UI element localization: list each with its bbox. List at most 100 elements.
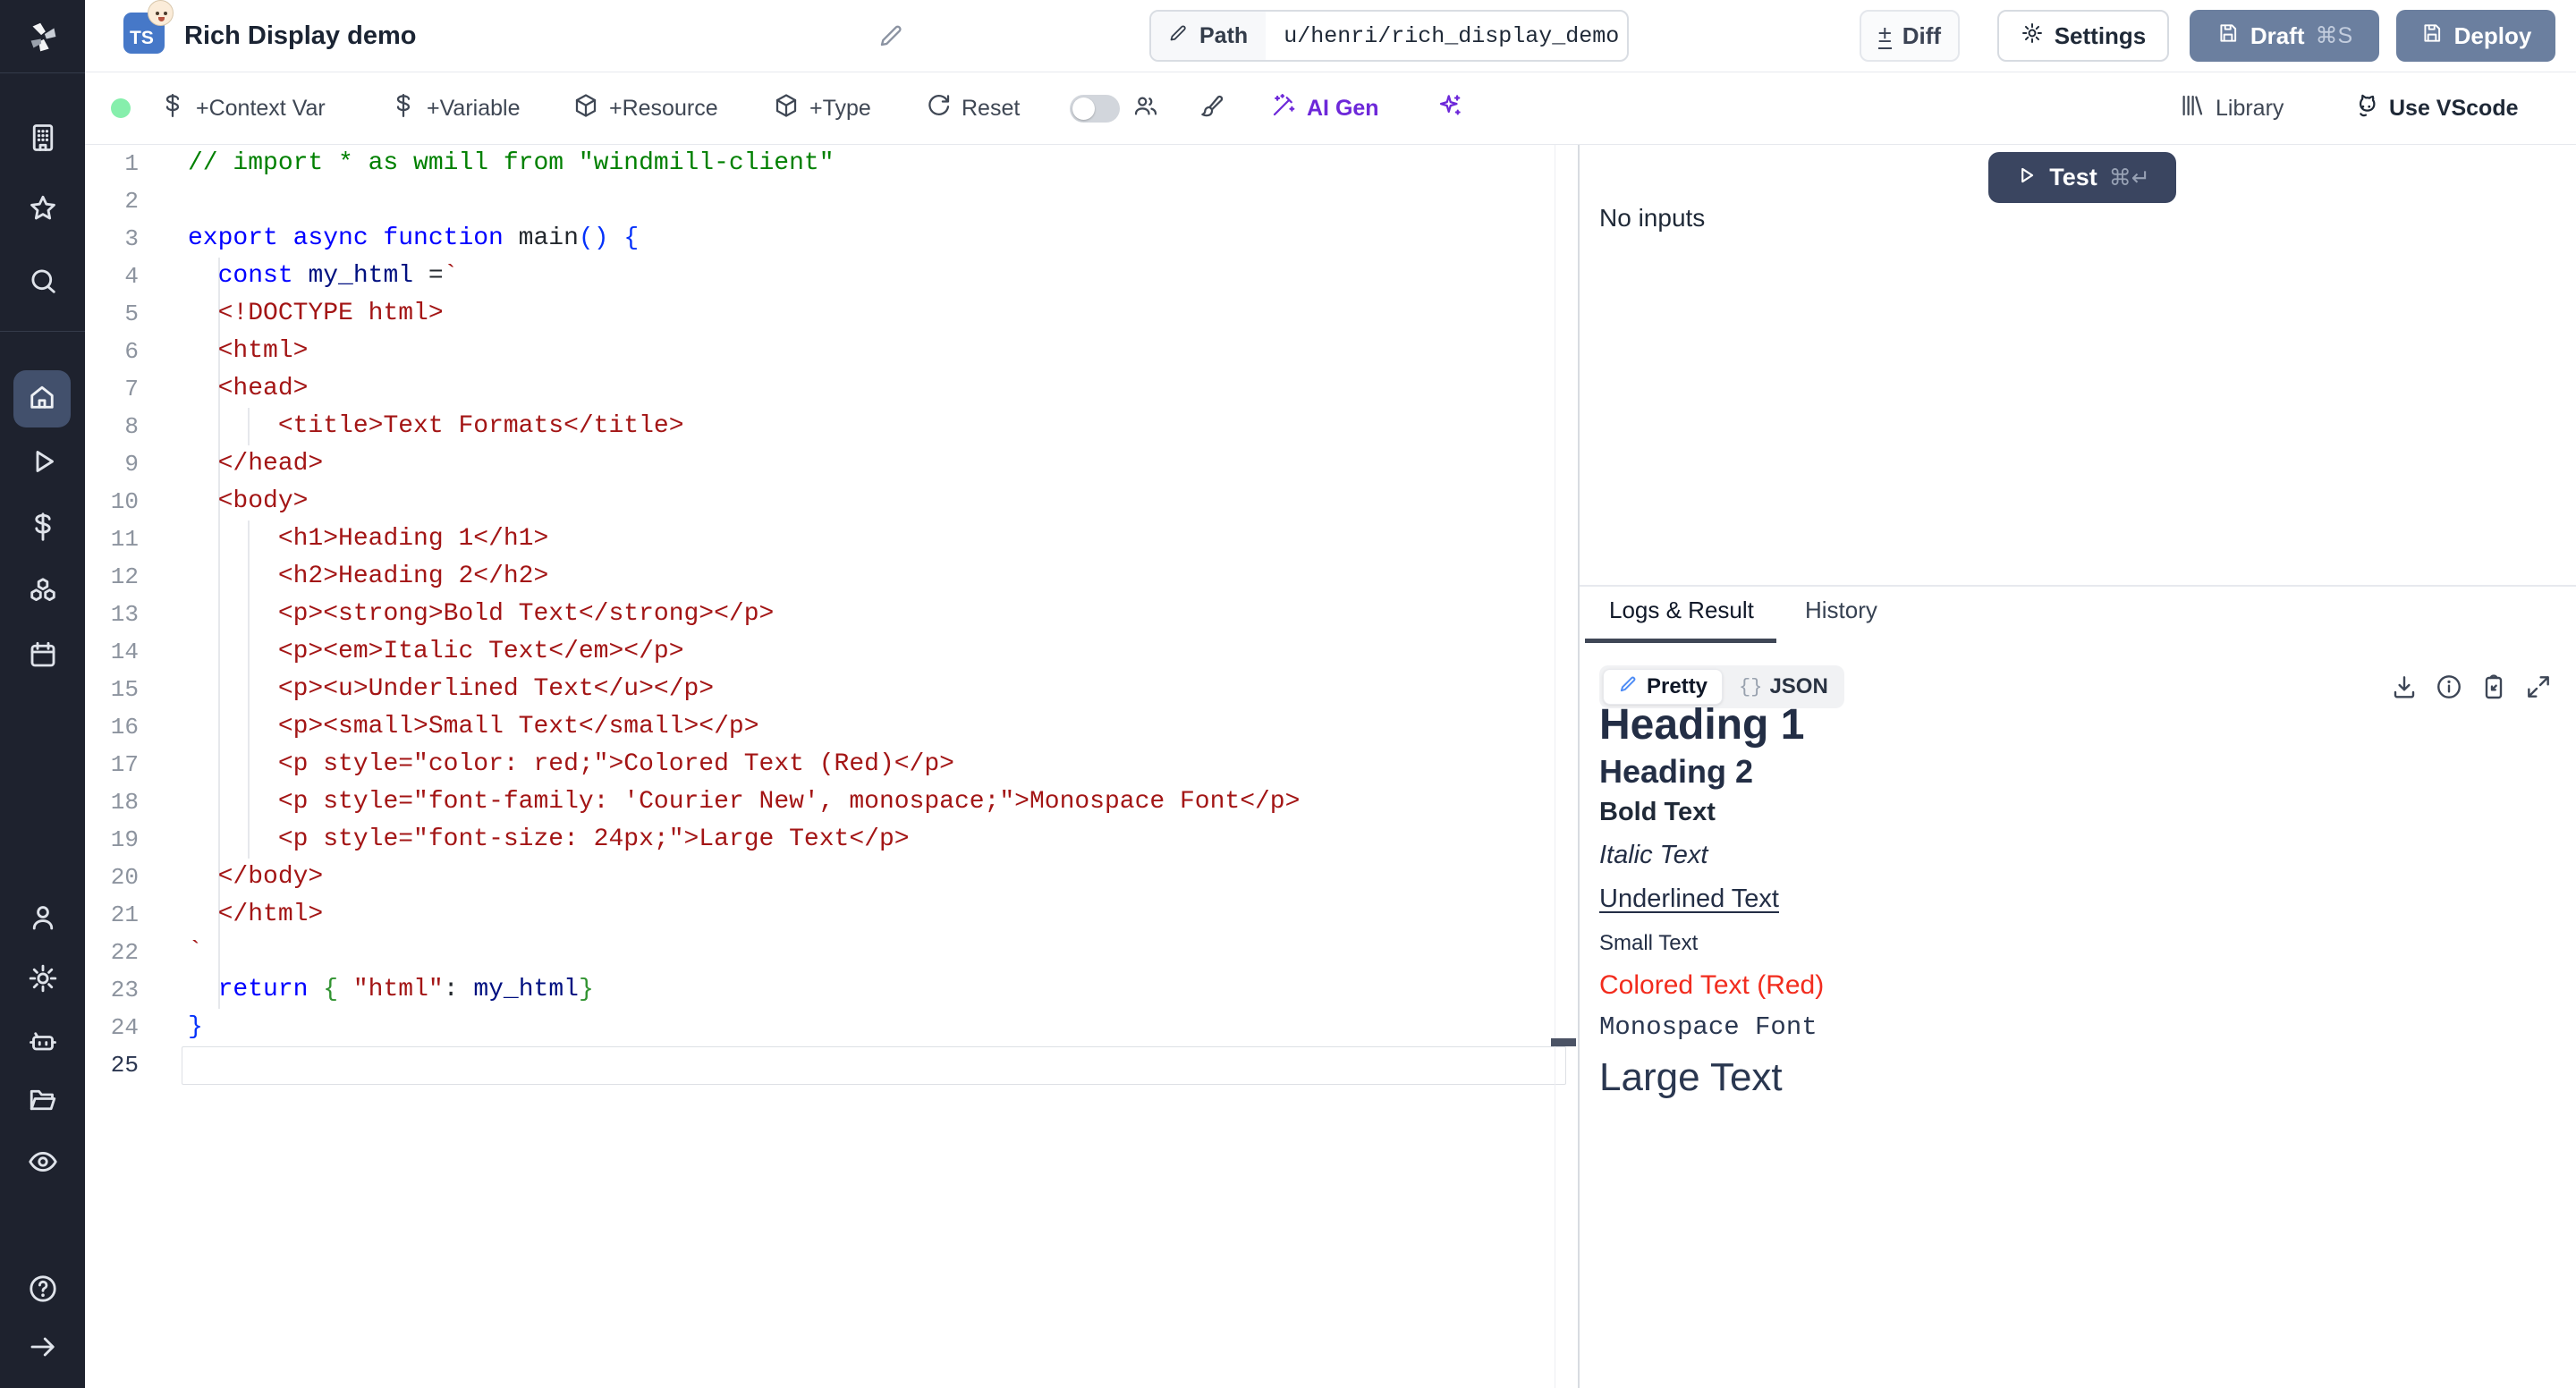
line-number: 23: [85, 971, 139, 1009]
result-text-h1: Heading 1: [1599, 703, 2494, 748]
add-resource-label: +Resource: [609, 96, 718, 122]
code-line: <p style="font-family: 'Courier New', mo…: [188, 783, 1300, 821]
reset-label: Reset: [962, 96, 1020, 122]
result-text-underline: Underlined Text: [1599, 881, 2494, 917]
building-icon: [27, 122, 59, 158]
format-code-button[interactable]: [1199, 72, 1225, 144]
script-path-field[interactable]: Path u/henri/rich_display_demo: [1149, 10, 1629, 62]
pretty-view-option[interactable]: Pretty: [1603, 669, 1723, 705]
diff-button[interactable]: ± Diff: [1860, 10, 1960, 62]
calendar-icon: [27, 639, 59, 675]
sidebar-item-apps[interactable]: [0, 120, 85, 159]
ai-assistant-button[interactable]: [1436, 72, 1463, 144]
sidebar-item-collapse[interactable]: [0, 1329, 85, 1368]
path-value: u/henri/rich_display_demo: [1266, 12, 1629, 60]
line-number: 25: [85, 1046, 139, 1084]
windmill-logo[interactable]: [0, 13, 85, 63]
sidebar-item-audit[interactable]: [0, 1144, 85, 1183]
tab-logs-and-result[interactable]: Logs & Result: [1609, 597, 1754, 624]
sidebar-item-variables[interactable]: [0, 509, 85, 548]
ai-gen-label: AI Gen: [1307, 96, 1379, 122]
edit-title-button[interactable]: [877, 21, 905, 50]
path-label-section: Path: [1151, 12, 1266, 60]
play-icon: [27, 445, 59, 482]
reset-button[interactable]: Reset: [925, 72, 1020, 144]
pen-icon: [1618, 673, 1639, 700]
test-shortcut: ⌘↵: [2109, 165, 2150, 191]
pretty-label: Pretty: [1647, 674, 1707, 699]
result-text-red: Colored Text (Red): [1599, 968, 2494, 1003]
code-line: <body>: [188, 483, 1300, 520]
sidebar-item-account[interactable]: [0, 900, 85, 939]
code-line: <h1>Heading 1</h1>: [188, 520, 1300, 558]
sidebar-item-search[interactable]: [0, 263, 85, 302]
test-button[interactable]: Test ⌘↵: [1988, 152, 2176, 203]
line-number: 4: [85, 258, 139, 295]
add-variable-label: +Variable: [427, 96, 520, 122]
test-label: Test: [2049, 164, 2097, 191]
sidebar-item-favorites[interactable]: [0, 190, 85, 230]
save-draft-button[interactable]: Draft ⌘S: [2190, 10, 2379, 62]
line-number: 6: [85, 333, 139, 370]
line-number: 11: [85, 520, 139, 558]
wand-icon: [1270, 92, 1297, 125]
draft-shortcut: ⌘S: [2315, 22, 2352, 49]
line-number: 7: [85, 370, 139, 408]
copy-result-button[interactable]: [2479, 673, 2508, 701]
deploy-button[interactable]: Deploy: [2396, 10, 2555, 62]
line-number: 16: [85, 708, 139, 746]
json-view-option[interactable]: {} JSON: [1726, 669, 1841, 705]
multiplayer-button[interactable]: [1132, 72, 1159, 144]
sidebar-item-schedules[interactable]: [0, 637, 85, 676]
use-vscode-label: Use VScode: [2389, 96, 2519, 122]
home-icon: [26, 381, 58, 418]
settings-button[interactable]: Settings: [1997, 10, 2169, 62]
add-context-var-button[interactable]: +Context Var: [159, 72, 326, 144]
line-number: 13: [85, 596, 139, 633]
library-label: Library: [2216, 96, 2284, 122]
library-button[interactable]: Library: [2179, 72, 2284, 144]
add-type-button[interactable]: +Type: [773, 72, 871, 144]
sidebar-item-runs[interactable]: [0, 444, 85, 483]
reset-icon: [925, 92, 952, 125]
search-icon: [27, 265, 59, 301]
plus-minus-diff-icon: ±: [1878, 22, 1892, 49]
sidebar-item-workers[interactable]: [0, 1023, 85, 1062]
result-info-button[interactable]: [2435, 673, 2463, 701]
download-result-button[interactable]: [2390, 673, 2419, 701]
add-variable-button[interactable]: +Variable: [390, 72, 520, 144]
collaboration-toggle[interactable]: [1070, 95, 1120, 123]
line-number: 18: [85, 783, 139, 821]
json-label: JSON: [1769, 674, 1827, 699]
rendered-result: Heading 1Heading 2Bold TextItalic TextUn…: [1599, 703, 2494, 1104]
deploy-label: Deploy: [2454, 22, 2532, 50]
use-vscode-button[interactable]: Use VScode: [2352, 72, 2519, 144]
play-icon: [2014, 164, 2038, 191]
brush-icon: [1199, 92, 1225, 125]
code-line: const my_html =`: [188, 258, 1300, 295]
code-editor[interactable]: 1234567891011121314151617181920212223242…: [85, 145, 1578, 1388]
users-icon: [1132, 92, 1159, 125]
sidebar-item-help[interactable]: [0, 1271, 85, 1310]
sidebar-item-resources[interactable]: [0, 573, 85, 613]
add-resource-button[interactable]: +Resource: [572, 72, 718, 144]
sidebar-item-settings[interactable]: [0, 961, 85, 1000]
editor-scrollbar-thumb[interactable]: [1551, 1038, 1576, 1046]
line-number: 20: [85, 859, 139, 896]
dollar-icon: [159, 92, 186, 125]
tab-history[interactable]: History: [1805, 597, 1877, 624]
gear-icon: [27, 962, 59, 999]
sidebar-item-home-active[interactable]: [13, 370, 71, 427]
arrow-right-icon: [27, 1331, 59, 1367]
code-line: [188, 182, 1300, 220]
settings-label: Settings: [2055, 22, 2147, 50]
code-line: </head>: [188, 445, 1300, 483]
ai-gen-button[interactable]: AI Gen: [1270, 72, 1379, 144]
line-number: 24: [85, 1009, 139, 1046]
pencil-icon: [877, 38, 905, 54]
line-number: 1: [85, 145, 139, 182]
sparkles-icon: [1436, 92, 1463, 125]
expand-result-button[interactable]: [2524, 673, 2553, 701]
sidebar-item-folders[interactable]: [0, 1082, 85, 1121]
result-text-h2: Heading 2: [1599, 753, 2494, 791]
